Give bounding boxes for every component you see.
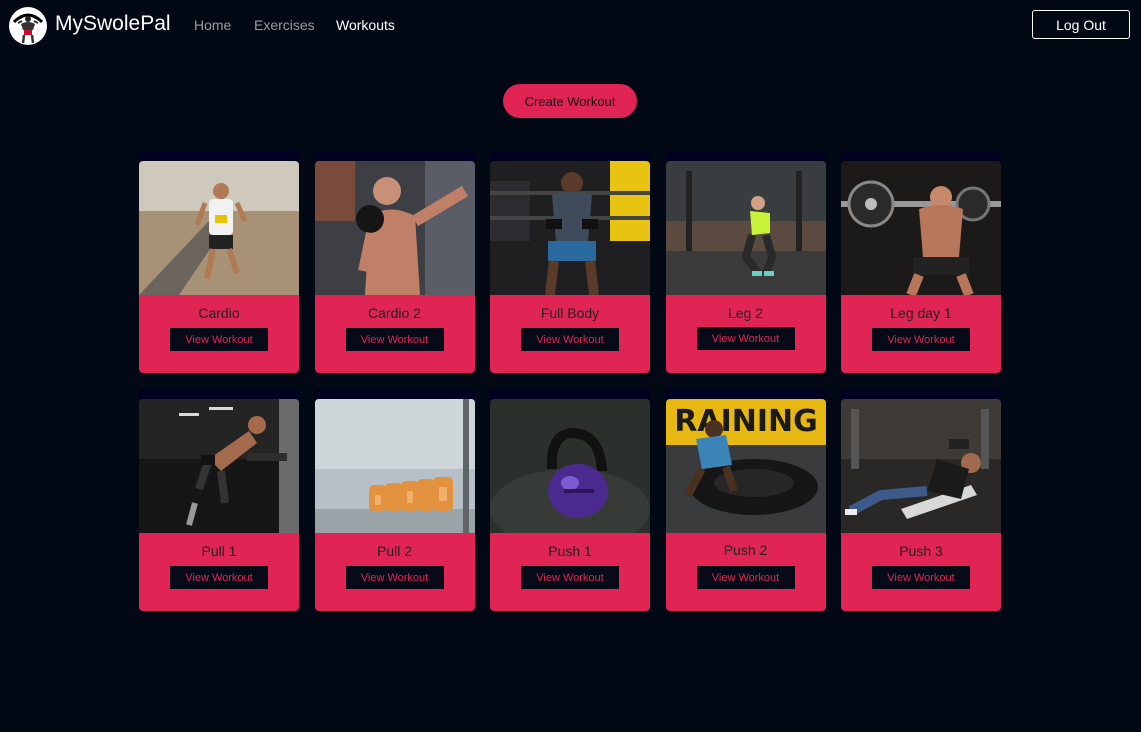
workout-card-body: Push 3 View Workout bbox=[841, 533, 1001, 611]
workout-card-body: Leg day 1 View Workout bbox=[841, 295, 1001, 373]
workout-card-body: Pull 1 View Workout bbox=[139, 533, 299, 611]
workout-image bbox=[490, 399, 650, 533]
nav-exercises-link[interactable]: Exercises bbox=[254, 17, 315, 33]
workout-card: Pull 1 View Workout bbox=[139, 389, 299, 611]
workout-card: Leg 2 View Workout bbox=[665, 151, 826, 373]
workout-grid: Cardio View Workout Cardio 2 View Workou… bbox=[139, 151, 1001, 611]
workout-image: RAINING bbox=[665, 399, 826, 533]
workout-card: Push 3 View Workout bbox=[841, 389, 1001, 611]
workout-title: Push 3 bbox=[899, 543, 943, 559]
workout-card: Cardio View Workout bbox=[139, 151, 299, 373]
workout-card: Full Body View Workout bbox=[490, 151, 650, 373]
view-workout-button[interactable]: View Workout bbox=[521, 328, 619, 351]
nav-workouts-link[interactable]: Workouts bbox=[336, 17, 395, 33]
view-workout-button[interactable]: View Workout bbox=[872, 566, 970, 589]
workout-title: Push 1 bbox=[548, 543, 592, 559]
workout-card: Pull 2 View Workout bbox=[314, 389, 475, 611]
workout-card-body: Push 1 View Workout bbox=[490, 533, 650, 611]
workout-title: Pull 1 bbox=[201, 543, 237, 559]
create-workout-button[interactable]: Create Workout bbox=[503, 84, 637, 118]
view-workout-button[interactable]: View Workout bbox=[521, 566, 619, 589]
workout-card-body: Cardio 2 View Workout bbox=[314, 295, 475, 373]
workout-card-body: Pull 2 View Workout bbox=[314, 533, 475, 611]
workout-image bbox=[314, 161, 475, 295]
workout-title: Push 2 bbox=[723, 542, 768, 558]
workout-card-body: Leg 2 View Workout bbox=[665, 295, 826, 373]
view-workout-button[interactable]: View Workout bbox=[345, 566, 444, 589]
view-workout-button[interactable]: View Workout bbox=[345, 328, 444, 351]
workout-image bbox=[665, 161, 826, 295]
bodybuilder-logo-icon[interactable] bbox=[8, 6, 48, 46]
view-workout-button[interactable]: View Workout bbox=[696, 327, 795, 350]
navbar: MySwolePal Home Exercises Workouts Log O… bbox=[0, 0, 1141, 50]
svg-text:RAINING: RAINING bbox=[674, 404, 817, 439]
workout-title: Full Body bbox=[540, 305, 600, 321]
workout-title: Leg day 1 bbox=[890, 305, 952, 321]
view-workout-button[interactable]: View Workout bbox=[170, 328, 268, 351]
view-workout-button[interactable]: View Workout bbox=[170, 566, 268, 589]
workout-title: Cardio bbox=[198, 305, 240, 321]
brand-name[interactable]: MySwolePal bbox=[55, 12, 171, 36]
logout-button[interactable]: Log Out bbox=[1032, 10, 1130, 39]
nav-home-link[interactable]: Home bbox=[194, 17, 231, 33]
workout-title: Leg 2 bbox=[727, 305, 764, 321]
workout-image bbox=[841, 161, 1001, 295]
view-workout-button[interactable]: View Workout bbox=[696, 566, 795, 589]
workout-title: Cardio 2 bbox=[368, 305, 421, 321]
view-workout-button[interactable]: View Workout bbox=[872, 328, 970, 351]
workout-title: Pull 2 bbox=[376, 543, 413, 559]
workout-image bbox=[139, 161, 299, 295]
workout-image bbox=[314, 399, 475, 533]
workout-card-body: Full Body View Workout bbox=[490, 295, 650, 373]
workout-image bbox=[139, 399, 299, 533]
workout-card: Cardio 2 View Workout bbox=[314, 151, 475, 373]
workout-card: RAINING Push 2 View Workout bbox=[665, 389, 826, 611]
workout-card: Push 1 View Workout bbox=[490, 389, 650, 611]
workout-card-body: Cardio View Workout bbox=[139, 295, 299, 373]
workout-image bbox=[841, 399, 1001, 533]
workout-image bbox=[490, 161, 650, 295]
workout-card-body: Push 2 View Workout bbox=[665, 533, 826, 611]
workout-card: Leg day 1 View Workout bbox=[841, 151, 1001, 373]
